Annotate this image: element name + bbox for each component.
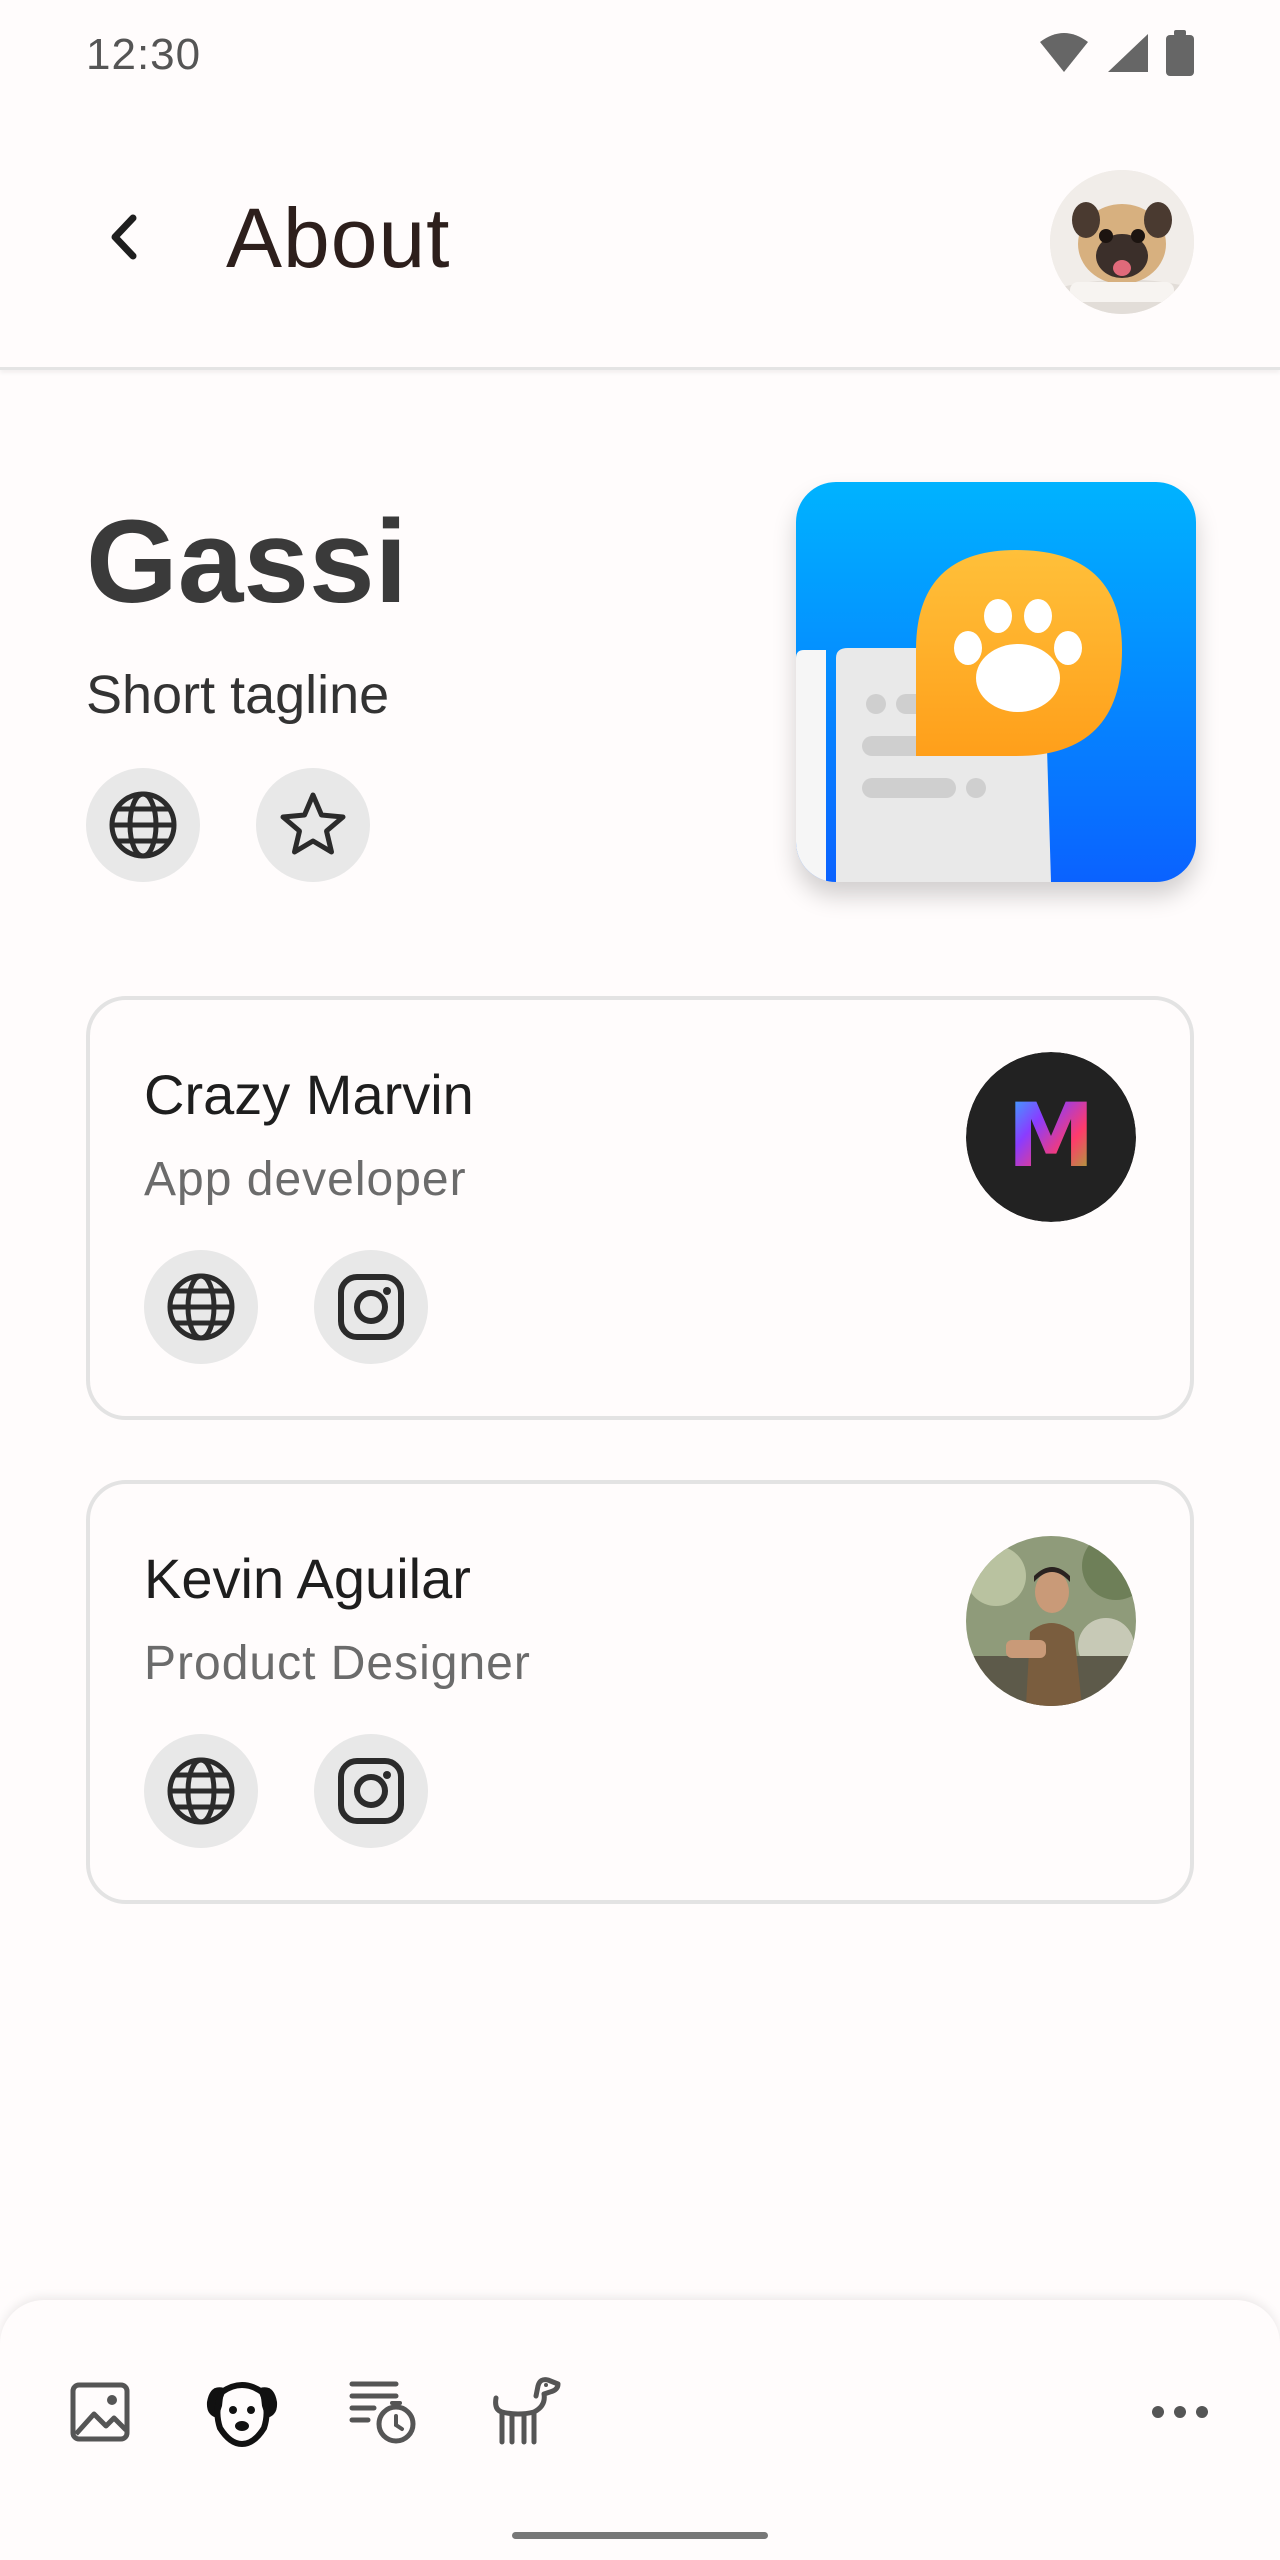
app-bar: About xyxy=(0,116,1280,370)
star-icon xyxy=(280,792,346,855)
contributor-website-button[interactable] xyxy=(144,1734,258,1848)
contributor-website-button[interactable] xyxy=(144,1250,258,1364)
globe-icon xyxy=(109,791,177,859)
contributor-card: Crazy Marvin App developer M xyxy=(86,996,1194,1420)
instagram-icon xyxy=(338,1274,404,1340)
app-tagline: Short tagline xyxy=(86,665,390,725)
more-options-button[interactable] xyxy=(1138,2370,1222,2454)
nav-walks-button[interactable] xyxy=(342,2370,426,2454)
contributor-role: App developer xyxy=(144,1153,467,1206)
contributor-name: Crazy Marvin xyxy=(144,1063,474,1126)
globe-icon xyxy=(167,1757,235,1825)
more-icon xyxy=(1152,2406,1208,2418)
nav-gallery-button[interactable] xyxy=(58,2370,142,2454)
contributor-avatar[interactable]: M xyxy=(966,1052,1136,1222)
back-chevron-icon xyxy=(111,214,137,260)
contributor-role: Product Designer xyxy=(144,1637,531,1690)
contributor-instagram-button[interactable] xyxy=(314,1734,428,1848)
contributor-card: Kevin Aguilar Product Designer xyxy=(86,1480,1194,1904)
contributor-instagram-button[interactable] xyxy=(314,1250,428,1364)
dog-icon xyxy=(493,2377,561,2445)
page-title: About xyxy=(226,191,451,285)
avatar-letter: M xyxy=(1007,1084,1095,1187)
dog-face-icon xyxy=(206,2382,278,2448)
instagram-icon xyxy=(338,1758,404,1824)
status-time: 12:30 xyxy=(86,30,202,79)
app-rate-button[interactable] xyxy=(256,768,370,882)
status-icons xyxy=(1038,29,1194,81)
contributor-avatar[interactable] xyxy=(966,1536,1136,1706)
battery-icon xyxy=(1166,29,1194,81)
wifi-icon xyxy=(1038,32,1090,79)
nav-dogs-button[interactable] xyxy=(484,2370,568,2454)
bottom-navigation-bar xyxy=(0,2300,1280,2560)
photo-avatar-image xyxy=(966,1536,1136,1706)
cellular-signal-icon xyxy=(1106,32,1150,79)
globe-icon xyxy=(167,1273,235,1341)
app-website-button[interactable] xyxy=(86,768,200,882)
profile-avatar[interactable] xyxy=(1050,170,1194,314)
back-button[interactable] xyxy=(82,196,164,278)
walk-timer-icon xyxy=(349,2381,416,2444)
gassi-app-icon xyxy=(796,482,1196,882)
pug-avatar-image xyxy=(1050,170,1194,314)
app-name: Gassi xyxy=(86,496,408,628)
home-indicator[interactable] xyxy=(512,2532,768,2539)
status-bar: 12:30 xyxy=(0,0,1280,116)
gallery-icon xyxy=(70,2382,130,2442)
contributor-name: Kevin Aguilar xyxy=(144,1547,471,1610)
nav-dog-face-button[interactable] xyxy=(200,2370,284,2454)
